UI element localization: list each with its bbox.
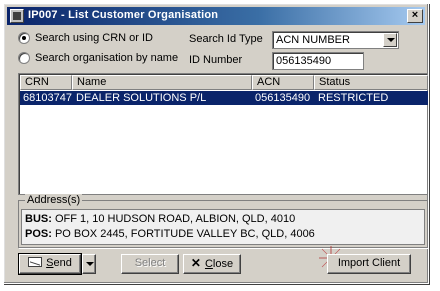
- title-bar[interactable]: IP007 - List Customer Organisation ×: [7, 7, 425, 25]
- select-button[interactable]: Select: [121, 254, 179, 274]
- id-number-label: ID Number: [189, 54, 243, 66]
- close-window-button[interactable]: ×: [407, 9, 423, 23]
- column-header-crn[interactable]: CRN: [20, 75, 72, 90]
- import-client-button[interactable]: Import Client: [327, 254, 411, 274]
- address-group: Address(s) BUS: OFF 1, 10 HUDSON ROAD, A…: [18, 194, 428, 248]
- radio-search-crn[interactable]: Search using CRN or ID: [18, 31, 153, 45]
- radio-search-name[interactable]: Search organisation by name: [18, 51, 178, 65]
- close-x-icon: ✕: [190, 256, 201, 270]
- window-title: IP007 - List Customer Organisation: [28, 9, 219, 21]
- radio-indicator-name[interactable]: [18, 52, 30, 64]
- address-legend: Address(s): [25, 194, 83, 206]
- address-type-bus: BUS:: [25, 213, 52, 225]
- radio-label-crn: Search using CRN or ID: [35, 32, 153, 44]
- column-header-name[interactable]: Name: [72, 75, 252, 90]
- column-header-acn[interactable]: ACN: [252, 75, 314, 90]
- send-dropdown-button[interactable]: [82, 254, 96, 274]
- radio-indicator-crn[interactable]: [18, 32, 30, 44]
- send-label: end: [53, 257, 72, 269]
- results-header: CRN Name ACN Status: [20, 75, 428, 90]
- cell-status: RESTRICTED: [318, 92, 389, 104]
- id-number-input[interactable]: 056135490: [272, 52, 364, 70]
- address-line-bus: BUS: OFF 1, 10 HUDSON ROAD, ALBION, QLD,…: [25, 213, 295, 225]
- app-icon: [10, 9, 24, 23]
- address-type-pos: POS:: [25, 228, 52, 240]
- id-type-select[interactable]: ACN NUMBER: [272, 31, 399, 49]
- address-text-pos: PO BOX 2445, FORTITUDE VALLEY BC, QLD, 4…: [54, 228, 315, 240]
- address-text-bus: OFF 1, 10 HUDSON ROAD, ALBION, QLD, 4010: [54, 213, 296, 225]
- radio-label-name: Search organisation by name: [35, 52, 179, 64]
- results-list[interactable]: CRN Name ACN Status 68103747 DEALER SOLU…: [18, 73, 428, 195]
- address-box: BUS: OFF 1, 10 HUDSON ROAD, ALBION, QLD,…: [21, 209, 425, 245]
- column-header-status[interactable]: Status: [314, 75, 428, 90]
- id-type-value: ACN NUMBER: [276, 34, 350, 46]
- cell-crn: 68103747: [23, 92, 72, 104]
- address-line-pos: POS: PO BOX 2445, FORTITUDE VALLEY BC, Q…: [25, 228, 315, 240]
- close-button[interactable]: ✕ Close: [183, 254, 241, 274]
- cell-acn: 056135490: [255, 92, 311, 104]
- table-row[interactable]: 68103747 DEALER SOLUTIONS P/L 056135490 …: [20, 91, 428, 105]
- dialog-window: IP007 - List Customer Organisation × Sea…: [3, 3, 429, 284]
- close-label-accel: C: [204, 258, 213, 270]
- chevron-down-icon[interactable]: [383, 33, 397, 47]
- cell-name: DEALER SOLUTIONS P/L: [76, 92, 207, 104]
- close-label: lose: [212, 258, 234, 270]
- send-button[interactable]: Send: [18, 253, 82, 275]
- send-mail-icon: [28, 257, 43, 267]
- id-type-label: Search Id Type: [189, 33, 263, 45]
